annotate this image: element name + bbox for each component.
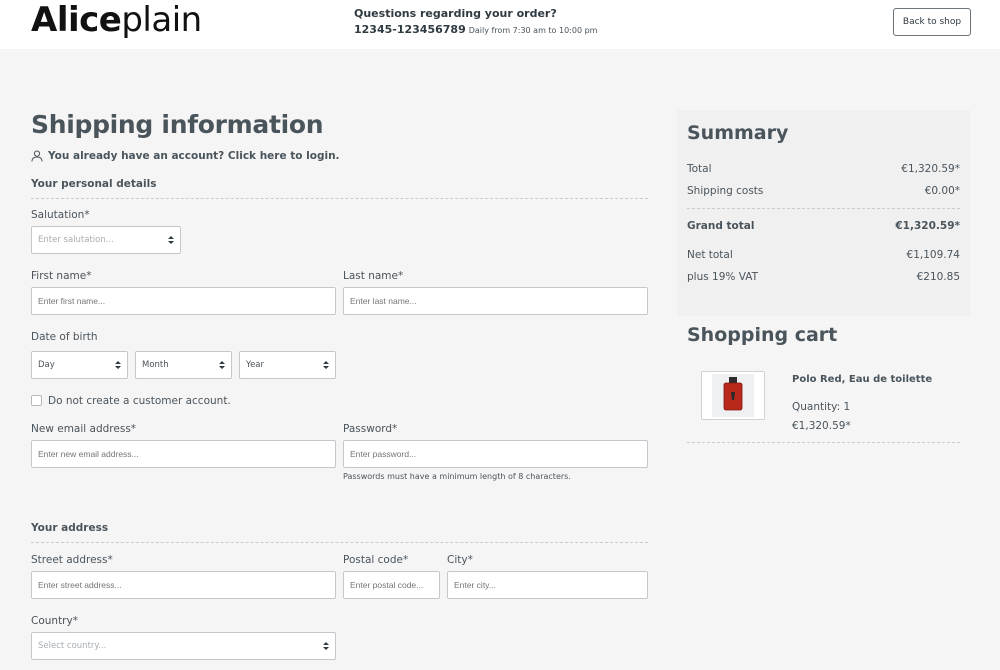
summary-value: €1,320.59* — [901, 163, 960, 175]
user-icon — [31, 150, 43, 162]
salutation-value: Enter salutation... — [38, 235, 114, 245]
dob-year-value: Year — [246, 360, 264, 370]
cart-title: Shopping cart — [687, 324, 838, 346]
hotline-number: 12345-123456789 — [354, 23, 466, 36]
summary-value: €0.00* — [924, 185, 960, 197]
dob-label: Date of birth — [31, 331, 98, 343]
personal-details-heading: Your personal details — [31, 178, 157, 190]
summary-label: Net total — [687, 249, 733, 261]
last-name-label: Last name* — [343, 270, 404, 282]
summary-value: €1,109.74 — [906, 249, 960, 261]
no-account-label[interactable]: Do not create a customer account. — [48, 395, 231, 407]
summary-value: €210.85 — [916, 271, 960, 283]
country-select[interactable]: Select country... — [31, 632, 336, 660]
summary-row-grand-total: Grand total €1,320.59* — [687, 220, 960, 232]
product-image[interactable] — [701, 371, 765, 420]
postal-field[interactable] — [343, 571, 440, 599]
city-field[interactable] — [447, 571, 648, 599]
summary-row-shipping: Shipping costs €0.00* — [687, 185, 960, 197]
summary-label: plus 19% VAT — [687, 271, 759, 283]
product-quantity: Quantity: 1 — [792, 401, 851, 413]
login-link[interactable]: You already have an account? Click here … — [31, 150, 340, 162]
page-title: Shipping information — [31, 110, 324, 139]
hotline-hours: Daily from 7:30 am to 10:00 pm — [468, 26, 598, 35]
last-name-field[interactable] — [343, 287, 648, 315]
dob-month-select[interactable]: Month — [135, 351, 232, 379]
summary-label: Grand total — [687, 220, 755, 232]
dob-day-select[interactable]: Day — [31, 351, 128, 379]
divider — [687, 442, 960, 443]
select-arrows-icon — [323, 361, 329, 369]
select-arrows-icon — [219, 361, 225, 369]
divider — [31, 542, 648, 543]
site-header: Aliceplain Questions regarding your orde… — [0, 0, 1000, 49]
product-name[interactable]: Polo Red, Eau de toilette — [792, 374, 932, 385]
summary-row-vat: plus 19% VAT €210.85 — [687, 271, 960, 283]
summary-value: €1,320.59* — [895, 220, 960, 232]
summary-label: Shipping costs — [687, 185, 764, 197]
postal-label: Postal code* — [343, 554, 409, 566]
salutation-label: Salutation* — [31, 209, 90, 221]
email-field[interactable] — [31, 440, 336, 468]
select-arrows-icon — [168, 236, 174, 244]
summary-row-net-total: Net total €1,109.74 — [687, 249, 960, 261]
password-hint: Passwords must have a minimum length of … — [343, 472, 571, 481]
login-link-text: You already have an account? Click here … — [48, 150, 340, 162]
password-field[interactable] — [343, 440, 648, 468]
back-to-shop-button[interactable]: Back to shop — [893, 8, 971, 36]
hotline-question: Questions regarding your order? — [354, 7, 557, 20]
country-value: Select country... — [38, 641, 107, 651]
divider — [687, 208, 960, 209]
summary-row-total: Total €1,320.59* — [687, 163, 960, 175]
salutation-select[interactable]: Enter salutation... — [31, 226, 181, 254]
perfume-bottle-icon — [712, 374, 754, 417]
street-label: Street address* — [31, 554, 113, 566]
first-name-field[interactable] — [31, 287, 336, 315]
summary-label: Total — [687, 163, 712, 175]
logo[interactable]: Aliceplain — [31, 0, 202, 40]
email-label: New email address* — [31, 423, 137, 435]
first-name-label: First name* — [31, 270, 92, 282]
dob-day-value: Day — [38, 360, 55, 370]
street-field[interactable] — [31, 571, 336, 599]
select-arrows-icon — [115, 361, 121, 369]
dob-year-select[interactable]: Year — [239, 351, 336, 379]
country-label: Country* — [31, 615, 78, 627]
divider — [31, 198, 648, 199]
summary-title: Summary — [687, 122, 789, 144]
product-price: €1,320.59* — [792, 420, 851, 432]
hotline-number-row: 12345-123456789 Daily from 7:30 am to 10:… — [354, 23, 597, 36]
select-arrows-icon — [323, 642, 329, 650]
city-label: City* — [447, 554, 473, 566]
password-label: Password* — [343, 423, 398, 435]
address-heading: Your address — [31, 522, 109, 534]
no-account-checkbox[interactable] — [31, 395, 42, 406]
logo-bold-text: Alice — [31, 0, 122, 40]
dob-month-value: Month — [142, 360, 169, 370]
logo-light-text: plain — [121, 0, 202, 40]
